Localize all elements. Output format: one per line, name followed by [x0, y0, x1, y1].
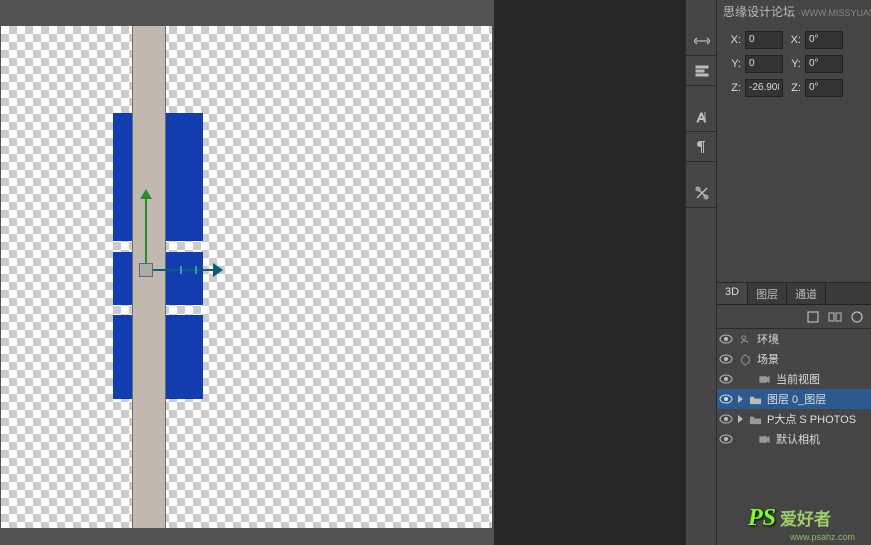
- gizmo-tick: [180, 266, 182, 274]
- folder-icon: [748, 392, 762, 406]
- scene-tree: 环境 场景 当前视图 图层 0_图层 P大点 S PHOTOS: [717, 329, 871, 449]
- visibility-eye-icon[interactable]: [719, 432, 733, 446]
- panel-tabs: 3D 图层 通道: [717, 283, 871, 305]
- rz-input[interactable]: [805, 79, 843, 97]
- tab-3d[interactable]: 3D: [717, 283, 748, 304]
- tree-label: 默认相机: [776, 431, 820, 447]
- text-tool-button[interactable]: A: [686, 102, 718, 132]
- coordinates-group: X: X: Y: Y: Z: Z:: [727, 28, 843, 100]
- tree-label: 当前视图: [776, 371, 820, 387]
- ry-label: Y:: [787, 58, 801, 70]
- tree-row-current-view[interactable]: 当前视图: [717, 369, 871, 389]
- ry-input[interactable]: [805, 55, 843, 73]
- scene-icon: [738, 352, 752, 366]
- gizmo-center-handle[interactable]: [139, 263, 153, 277]
- gizmo-tick: [195, 266, 197, 274]
- tree-row-default-camera[interactable]: 默认相机: [717, 429, 871, 449]
- paragraph-button[interactable]: [686, 132, 718, 162]
- rx-label: X:: [787, 34, 801, 46]
- rx-input[interactable]: [805, 31, 843, 49]
- z-input[interactable]: [745, 79, 783, 97]
- camera-icon: [757, 432, 771, 446]
- tree-label: 环境: [757, 331, 779, 347]
- x-label: X:: [727, 34, 741, 46]
- watermark: 思缘设计论坛·WWW.MISSYUAN.COM: [723, 3, 871, 20]
- visibility-eye-icon[interactable]: [719, 412, 733, 426]
- tree-label: 图层 0_图层: [767, 391, 826, 407]
- canvas-checkerboard: [1, 26, 492, 528]
- tree-row-layer0[interactable]: 图层 0_图层: [717, 389, 871, 409]
- tree-row-environment[interactable]: 环境: [717, 329, 871, 349]
- tree-label: 场景: [757, 351, 779, 367]
- tree-label: P大点 S PHOTOS: [767, 411, 856, 427]
- visibility-eye-icon[interactable]: [719, 332, 733, 346]
- logo-ps: PS: [748, 505, 776, 531]
- y-label: Y:: [727, 58, 741, 70]
- y-input[interactable]: [745, 55, 783, 73]
- transform-gizmo[interactable]: [135, 195, 225, 280]
- filter-material-icon[interactable]: [849, 309, 865, 325]
- watermark-url: ·WWW.MISSYUAN.COM: [798, 8, 871, 18]
- tree-row-scene[interactable]: 场景: [717, 349, 871, 369]
- expand-triangle-icon[interactable]: [738, 415, 743, 423]
- watermark-title: 思缘设计论坛: [723, 5, 795, 19]
- rz-label: Z:: [787, 82, 801, 94]
- editor-gutter: [494, 0, 685, 545]
- gizmo-x-arrow-icon[interactable]: [213, 263, 223, 277]
- align-button[interactable]: [686, 56, 718, 86]
- panel-toolbar: [717, 305, 871, 329]
- logo-url: www.psahz.com: [790, 532, 855, 542]
- visibility-eye-icon[interactable]: [719, 352, 733, 366]
- filter-scene-icon[interactable]: [805, 309, 821, 325]
- camera-icon: [757, 372, 771, 386]
- tool-options-bar: A: [685, 0, 717, 545]
- tree-row-pbig[interactable]: P大点 S PHOTOS: [717, 409, 871, 429]
- expand-triangle-icon[interactable]: [738, 395, 743, 403]
- tools-crossed-button[interactable]: [686, 178, 718, 208]
- folder-icon: [748, 412, 762, 426]
- tab-channels[interactable]: 通道: [787, 283, 826, 304]
- gizmo-y-arrow-icon[interactable]: [140, 189, 152, 199]
- visibility-eye-icon[interactable]: [719, 392, 733, 406]
- filter-mesh-icon[interactable]: [827, 309, 843, 325]
- canvas-area[interactable]: [0, 0, 494, 530]
- tab-layers[interactable]: 图层: [748, 283, 787, 304]
- coords-mode-button[interactable]: [686, 26, 718, 56]
- visibility-eye-icon[interactable]: [719, 372, 733, 386]
- x-input[interactable]: [745, 31, 783, 49]
- logo-cn: 爱好者: [780, 510, 831, 529]
- site-logo: PS爱好者: [748, 505, 831, 532]
- gizmo-y-axis[interactable]: [145, 195, 147, 270]
- environment-icon: [738, 332, 752, 346]
- z-label: Z:: [727, 82, 741, 94]
